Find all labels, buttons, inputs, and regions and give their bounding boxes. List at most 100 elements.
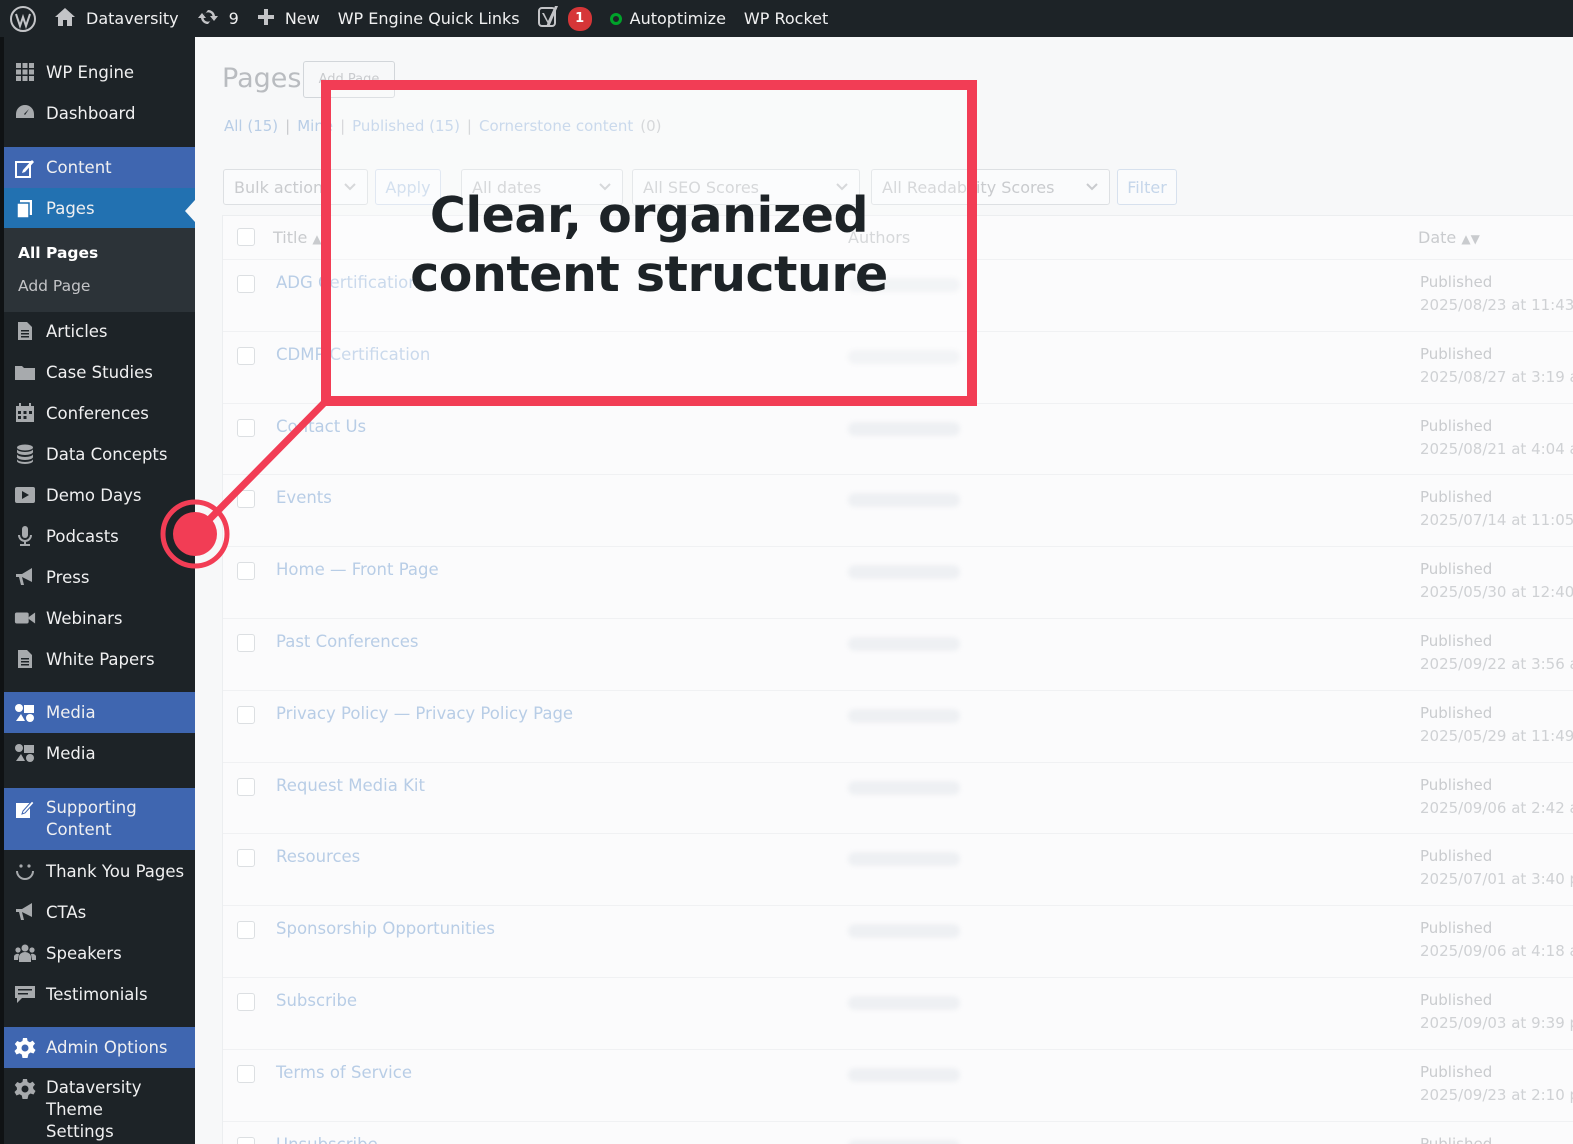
sidebar-item-conferences[interactable]: Conferences (4, 394, 195, 432)
speech-bubble-icon (14, 983, 36, 1005)
sidebar-group-media[interactable]: Media (4, 692, 195, 733)
pages-icon (14, 198, 36, 220)
document-icon (14, 320, 36, 342)
row-author-blurred (848, 1139, 960, 1144)
row-title-link[interactable]: Unsubscribe (276, 1135, 378, 1144)
document-icon (14, 648, 36, 670)
wordpress-logo-icon[interactable] (10, 5, 36, 32)
grid-icon (14, 61, 36, 83)
calendar-icon (14, 402, 36, 424)
sidebar-item-media[interactable]: Media (4, 734, 195, 772)
row-title-link[interactable]: Request Media Kit (276, 776, 425, 795)
row-title-link[interactable]: Subscribe (276, 991, 357, 1010)
row-checkbox[interactable] (237, 634, 255, 652)
filter-button[interactable]: Filter (1117, 169, 1177, 205)
row-checkbox[interactable] (237, 490, 255, 509)
row-status: Published (1420, 344, 1493, 363)
row-checkbox[interactable] (237, 1136, 255, 1144)
wp-rocket-label: WP Rocket (743, 9, 829, 28)
admin-sidebar: WP Engine Dashboard Content Pages All Pa… (0, 37, 195, 1144)
sidebar-item-testimonials[interactable]: Testimonials (4, 975, 195, 1013)
sidebar-item-white-papers[interactable]: White Papers (4, 640, 195, 678)
sidebar-item-dashboard[interactable]: Dashboard (4, 94, 195, 132)
row-date: 2025/05/29 at 11:49 p (1420, 726, 1573, 745)
row-author-blurred (848, 565, 960, 580)
wp-engine-quick-links[interactable]: WP Engine Quick Links (338, 9, 520, 28)
row-status: Published (1420, 1062, 1493, 1081)
row-title-link[interactable]: Resources (276, 847, 360, 866)
row-status: Published (1420, 775, 1493, 794)
row-status: Published (1420, 847, 1493, 866)
sidebar-item-demo-days[interactable]: Demo Days (4, 476, 195, 514)
row-checkbox[interactable] (237, 275, 255, 293)
row-status: Published (1420, 703, 1493, 722)
new-content-link[interactable]: New (257, 8, 320, 30)
callout-box: Clear, organized content structure (321, 80, 977, 406)
sort-arrows-icon: ▲▼ (1461, 232, 1480, 246)
row-date: 2025/08/21 at 4:04 am (1420, 439, 1573, 458)
row-date: 2025/08/23 at 11:43 p (1420, 296, 1573, 314)
row-date: 2025/09/03 at 9:39 pm (1420, 1014, 1573, 1032)
gear-icon (14, 1037, 36, 1059)
current-menu-pointer (185, 200, 195, 222)
sidebar-item-wp-engine[interactable]: WP Engine (4, 53, 195, 91)
site-name-link[interactable]: Dataversity (54, 7, 179, 31)
row-checkbox[interactable] (237, 562, 255, 581)
row-title-link[interactable]: Events (276, 488, 332, 507)
row-checkbox[interactable] (237, 705, 255, 724)
row-checkbox[interactable] (237, 849, 255, 868)
row-title-link[interactable]: Contact Us (276, 417, 366, 436)
sidebar-item-speakers[interactable]: Speakers (4, 934, 195, 972)
wp-rocket-menu[interactable]: WP Rocket (744, 9, 828, 28)
row-date: 2025/07/14 at 11:05 p (1420, 511, 1573, 530)
sidebar-item-press[interactable]: Press (4, 558, 195, 596)
row-title-link[interactable]: Past Conferences (276, 632, 419, 651)
smiley-icon (14, 860, 36, 882)
row-checkbox[interactable] (237, 777, 255, 796)
yoast-notification-badge: 1 (567, 6, 592, 31)
sidebar-item-podcasts[interactable]: Podcasts (4, 517, 195, 555)
row-title-link[interactable]: Home — Front Page (276, 560, 439, 579)
sidebar-group-supporting-content[interactable]: Supporting Content (4, 788, 195, 850)
row-author-blurred (848, 493, 960, 508)
submenu-all-pages[interactable]: All Pages (18, 244, 98, 262)
gear-icon (14, 1078, 36, 1100)
sidebar-item-thank-you-pages[interactable]: Thank You Pages (4, 852, 195, 890)
row-title-link[interactable]: Privacy Policy — Privacy Policy Page (276, 704, 573, 723)
row-checkbox[interactable] (237, 346, 255, 365)
row-checkbox[interactable] (237, 418, 255, 437)
sidebar-item-webinars[interactable]: Webinars (4, 599, 195, 637)
column-header-date[interactable]: Date ▲▼ (1418, 228, 1480, 247)
row-checkbox[interactable] (237, 1064, 255, 1083)
sidebar-item-dataversity-theme-settings[interactable]: Dataversity Theme Settings (4, 1068, 195, 1141)
status-dot-icon (609, 12, 622, 25)
sidebar-item-articles[interactable]: Articles (4, 312, 195, 350)
row-status: Published (1420, 488, 1493, 507)
sidebar-item-case-studies[interactable]: Case Studies (4, 353, 195, 391)
autoptimize-menu[interactable]: Autoptimize (609, 9, 726, 28)
row-checkbox[interactable] (237, 921, 255, 940)
home-icon (54, 7, 86, 31)
row-date: 2025/09/23 at 2:10 pm (1420, 1085, 1573, 1104)
sidebar-item-ctas[interactable]: CTAs (4, 893, 195, 931)
row-author-blurred (848, 708, 960, 723)
sidebar-item-data-concepts[interactable]: Data Concepts (4, 435, 195, 473)
select-all-checkbox[interactable] (237, 228, 255, 246)
video-play-icon (14, 484, 36, 506)
sidebar-item-pages[interactable]: Pages (4, 188, 195, 229)
yoast-seo-menu[interactable]: 1 (537, 5, 592, 33)
row-title-link[interactable]: Terms of Service (276, 1063, 412, 1082)
row-title-link[interactable]: Sponsorship Opportunities (276, 919, 495, 938)
updates-icon (197, 7, 229, 31)
submenu-add-page[interactable]: Add Page (18, 277, 90, 295)
sidebar-group-content[interactable]: Content (4, 147, 195, 188)
updates-link[interactable]: 9 (197, 7, 239, 31)
video-camera-icon (14, 607, 36, 629)
callout-heading: Clear, organized content structure (410, 187, 888, 303)
sidebar-group-admin-options[interactable]: Admin Options (4, 1027, 195, 1068)
filter-all-link[interactable]: All (15) (224, 117, 278, 135)
row-date: 2025/08/27 at 3:19 am (1420, 367, 1573, 386)
row-checkbox[interactable] (237, 993, 255, 1011)
row-status: Published (1420, 560, 1493, 579)
megaphone-icon (14, 566, 36, 588)
